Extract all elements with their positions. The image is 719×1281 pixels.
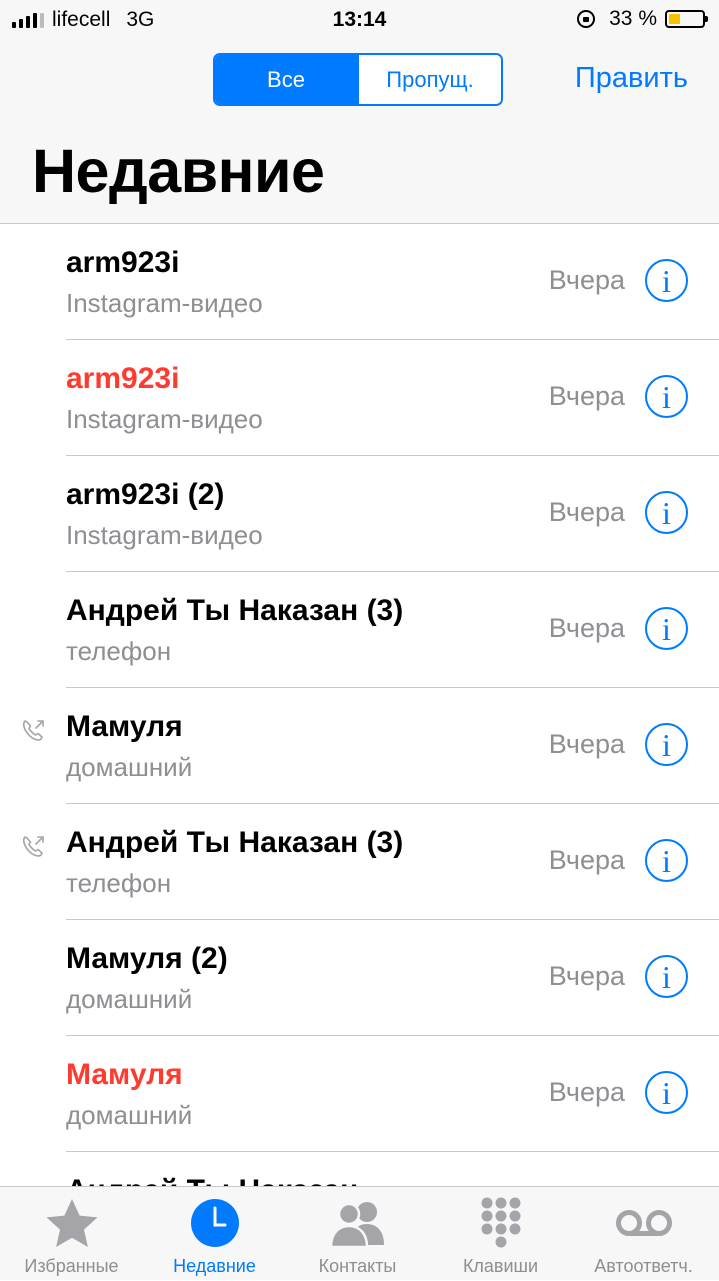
recents-header: Все Пропущ. Править Недавние xyxy=(0,40,719,224)
segment-all[interactable]: Все xyxy=(215,55,357,104)
star-icon xyxy=(46,1199,97,1247)
call-row[interactable]: Андрей Ты Наказан xyxy=(0,1152,719,1186)
call-date: Вчера xyxy=(548,1077,625,1107)
call-date: Вчера xyxy=(548,845,625,875)
battery-icon xyxy=(665,10,708,28)
clock-icon xyxy=(190,1199,239,1247)
page-title: Недавние xyxy=(32,137,325,205)
info-icon[interactable]: i xyxy=(645,375,688,418)
battery-percent: 33 % xyxy=(609,7,657,30)
tab-label: Избранные xyxy=(24,1256,119,1276)
tab-label: Контакты xyxy=(318,1256,397,1276)
call-type-label: Instagram-видео xyxy=(66,288,263,318)
caller-name: Андрей Ты Наказан (3) xyxy=(66,594,404,627)
tab-label: Недавние xyxy=(173,1256,256,1276)
info-icon[interactable]: i xyxy=(645,259,688,302)
recent-calls-list[interactable]: arm923i Instagram-видео Вчера i arm923i Insta… xyxy=(0,224,719,1186)
call-type-label: домашний xyxy=(66,752,193,782)
caller-name: Андрей Ты Наказан (3) xyxy=(66,826,404,859)
call-type-label: телефон xyxy=(66,868,172,898)
caller-name: Мамуля xyxy=(66,1058,183,1091)
status-right: 33 % xyxy=(577,7,708,31)
tab-voicemail[interactable]: Автоответч. xyxy=(572,1187,715,1281)
call-date: Вчера xyxy=(548,729,625,759)
call-date: Вчера xyxy=(548,381,625,411)
call-filter-segmented-control: Все Пропущ. xyxy=(213,53,503,106)
status-bar: lifecell 3G 13:14 33 % xyxy=(0,0,719,40)
info-icon[interactable]: i xyxy=(645,491,688,534)
rotation-lock-icon xyxy=(577,10,596,28)
call-row[interactable]: Андрей Ты Наказан (3) телефон Вчера i xyxy=(0,572,719,688)
caller-name: Андрей Ты Наказан xyxy=(66,1174,358,1186)
call-type-label: домашний xyxy=(66,1100,193,1130)
tab-bar: Избранные Недавние Контакты Клавиши Авто… xyxy=(0,1186,719,1280)
call-type-label: Instagram-видео xyxy=(66,520,263,550)
info-icon[interactable]: i xyxy=(645,839,688,882)
call-row[interactable]: Мамуля домашний Вчера i xyxy=(0,1036,719,1152)
voicemail-icon xyxy=(615,1210,672,1236)
edit-button[interactable]: Править xyxy=(575,62,688,95)
info-icon[interactable]: i xyxy=(645,955,688,998)
call-type-label: телефон xyxy=(66,636,172,666)
outgoing-call-icon xyxy=(22,720,44,741)
call-date: Вчера xyxy=(548,961,625,991)
info-icon[interactable]: i xyxy=(645,1071,688,1114)
caller-name: arm923i (2) xyxy=(66,478,225,511)
caller-name: Мамуля xyxy=(66,710,183,743)
tab-recents[interactable]: Недавние xyxy=(143,1187,286,1281)
tab-favorites[interactable]: Избранные xyxy=(0,1187,143,1281)
call-date: Вчера xyxy=(548,613,625,643)
tab-label: Клавиши xyxy=(462,1256,539,1276)
call-row[interactable]: Мамуля (2) домашний Вчера i xyxy=(0,920,719,1036)
call-row[interactable]: arm923i Instagram-видео Вчера i xyxy=(0,340,719,456)
call-date: Вчера xyxy=(548,497,625,527)
keypad-icon xyxy=(481,1197,520,1248)
info-icon[interactable]: i xyxy=(645,723,688,766)
tab-contacts[interactable]: Контакты xyxy=(286,1187,429,1281)
segment-missed[interactable]: Пропущ. xyxy=(357,55,501,104)
info-icon[interactable]: i xyxy=(645,607,688,650)
caller-name: Мамуля (2) xyxy=(66,942,228,975)
call-row[interactable]: arm923i Instagram-видео Вчера i xyxy=(0,224,719,340)
call-type-label: Instagram-видео xyxy=(66,404,263,434)
call-row[interactable]: Мамуля домашний Вчера i xyxy=(0,688,719,804)
caller-name: arm923i xyxy=(66,362,180,395)
outgoing-call-icon xyxy=(22,836,44,857)
contacts-icon xyxy=(329,1202,384,1249)
call-type-label: домашний xyxy=(66,984,193,1014)
call-row[interactable]: arm923i (2) Instagram-видео Вчера i xyxy=(0,456,719,572)
tab-label: Автоответч. xyxy=(594,1256,693,1276)
call-date: Вчера xyxy=(548,265,625,295)
call-row[interactable]: Андрей Ты Наказан (3) телефон Вчера i xyxy=(0,804,719,920)
tab-keypad[interactable]: Клавиши xyxy=(429,1187,572,1281)
caller-name: arm923i xyxy=(66,246,180,279)
